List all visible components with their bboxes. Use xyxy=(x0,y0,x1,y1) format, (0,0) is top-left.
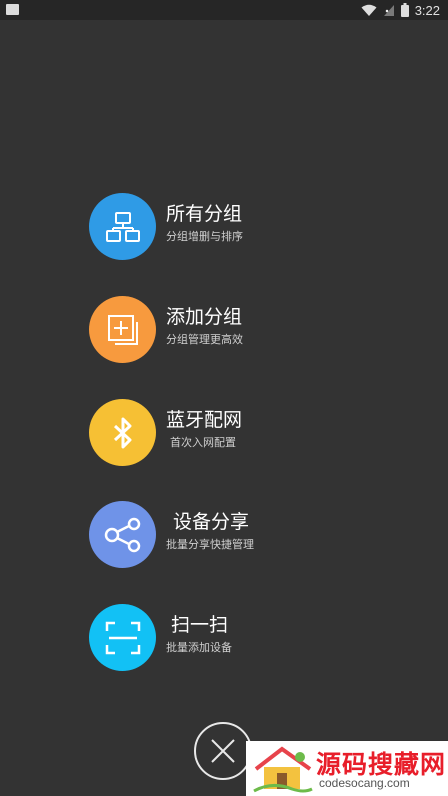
close-button[interactable] xyxy=(194,722,252,780)
menu-item-scan[interactable]: 扫一扫 批量添加设备 xyxy=(89,604,389,672)
status-icons: 3:22 xyxy=(361,2,440,18)
close-icon xyxy=(211,739,235,763)
watermark-url: codesocang.com xyxy=(319,776,410,790)
signal-icon xyxy=(383,4,394,16)
bluetooth-icon xyxy=(113,417,131,448)
menu-item-subtitle: 分组增删与排序 xyxy=(166,230,243,243)
group-tree-icon xyxy=(105,211,140,242)
add-group-icon xyxy=(107,314,138,345)
menu-item-title: 添加分组 xyxy=(166,306,243,328)
watermark-logo: 源码搜藏网 codesocang.com xyxy=(246,741,448,796)
menu-item-subtitle: 批量分享快捷管理 xyxy=(166,538,254,551)
all-groups-button[interactable] xyxy=(89,193,156,260)
status-bar: 3:22 xyxy=(0,0,448,20)
menu-item-subtitle: 首次入网配置 xyxy=(170,436,236,449)
scan-icon xyxy=(105,621,140,654)
status-time: 3:22 xyxy=(414,2,440,18)
menu-item-title: 扫一扫 xyxy=(171,614,229,636)
menu-item-bluetooth-setup[interactable]: 蓝牙配网 首次入网配置 xyxy=(89,399,389,467)
device-share-button[interactable] xyxy=(89,501,156,568)
menu-item-title: 蓝牙配网 xyxy=(166,409,243,431)
menu-item-title: 所有分组 xyxy=(166,203,243,225)
menu-item-title: 设备分享 xyxy=(173,511,250,533)
image-notification-icon xyxy=(6,4,19,15)
share-icon xyxy=(104,517,140,552)
menu-item-add-group[interactable]: 添加分组 分组管理更高效 xyxy=(89,296,389,364)
wifi-icon xyxy=(361,4,377,16)
menu-item-subtitle: 批量添加设备 xyxy=(166,641,232,654)
battery-icon xyxy=(400,3,409,17)
scan-button[interactable] xyxy=(89,604,156,671)
menu-item-subtitle: 分组管理更高效 xyxy=(166,333,243,346)
menu-item-all-groups[interactable]: 所有分组 分组增删与排序 xyxy=(89,193,389,261)
menu-item-device-share[interactable]: 设备分享 批量分享快捷管理 xyxy=(89,501,389,569)
add-group-button[interactable] xyxy=(89,296,156,363)
house-logo-icon xyxy=(253,746,313,793)
bluetooth-setup-button[interactable] xyxy=(89,399,156,466)
